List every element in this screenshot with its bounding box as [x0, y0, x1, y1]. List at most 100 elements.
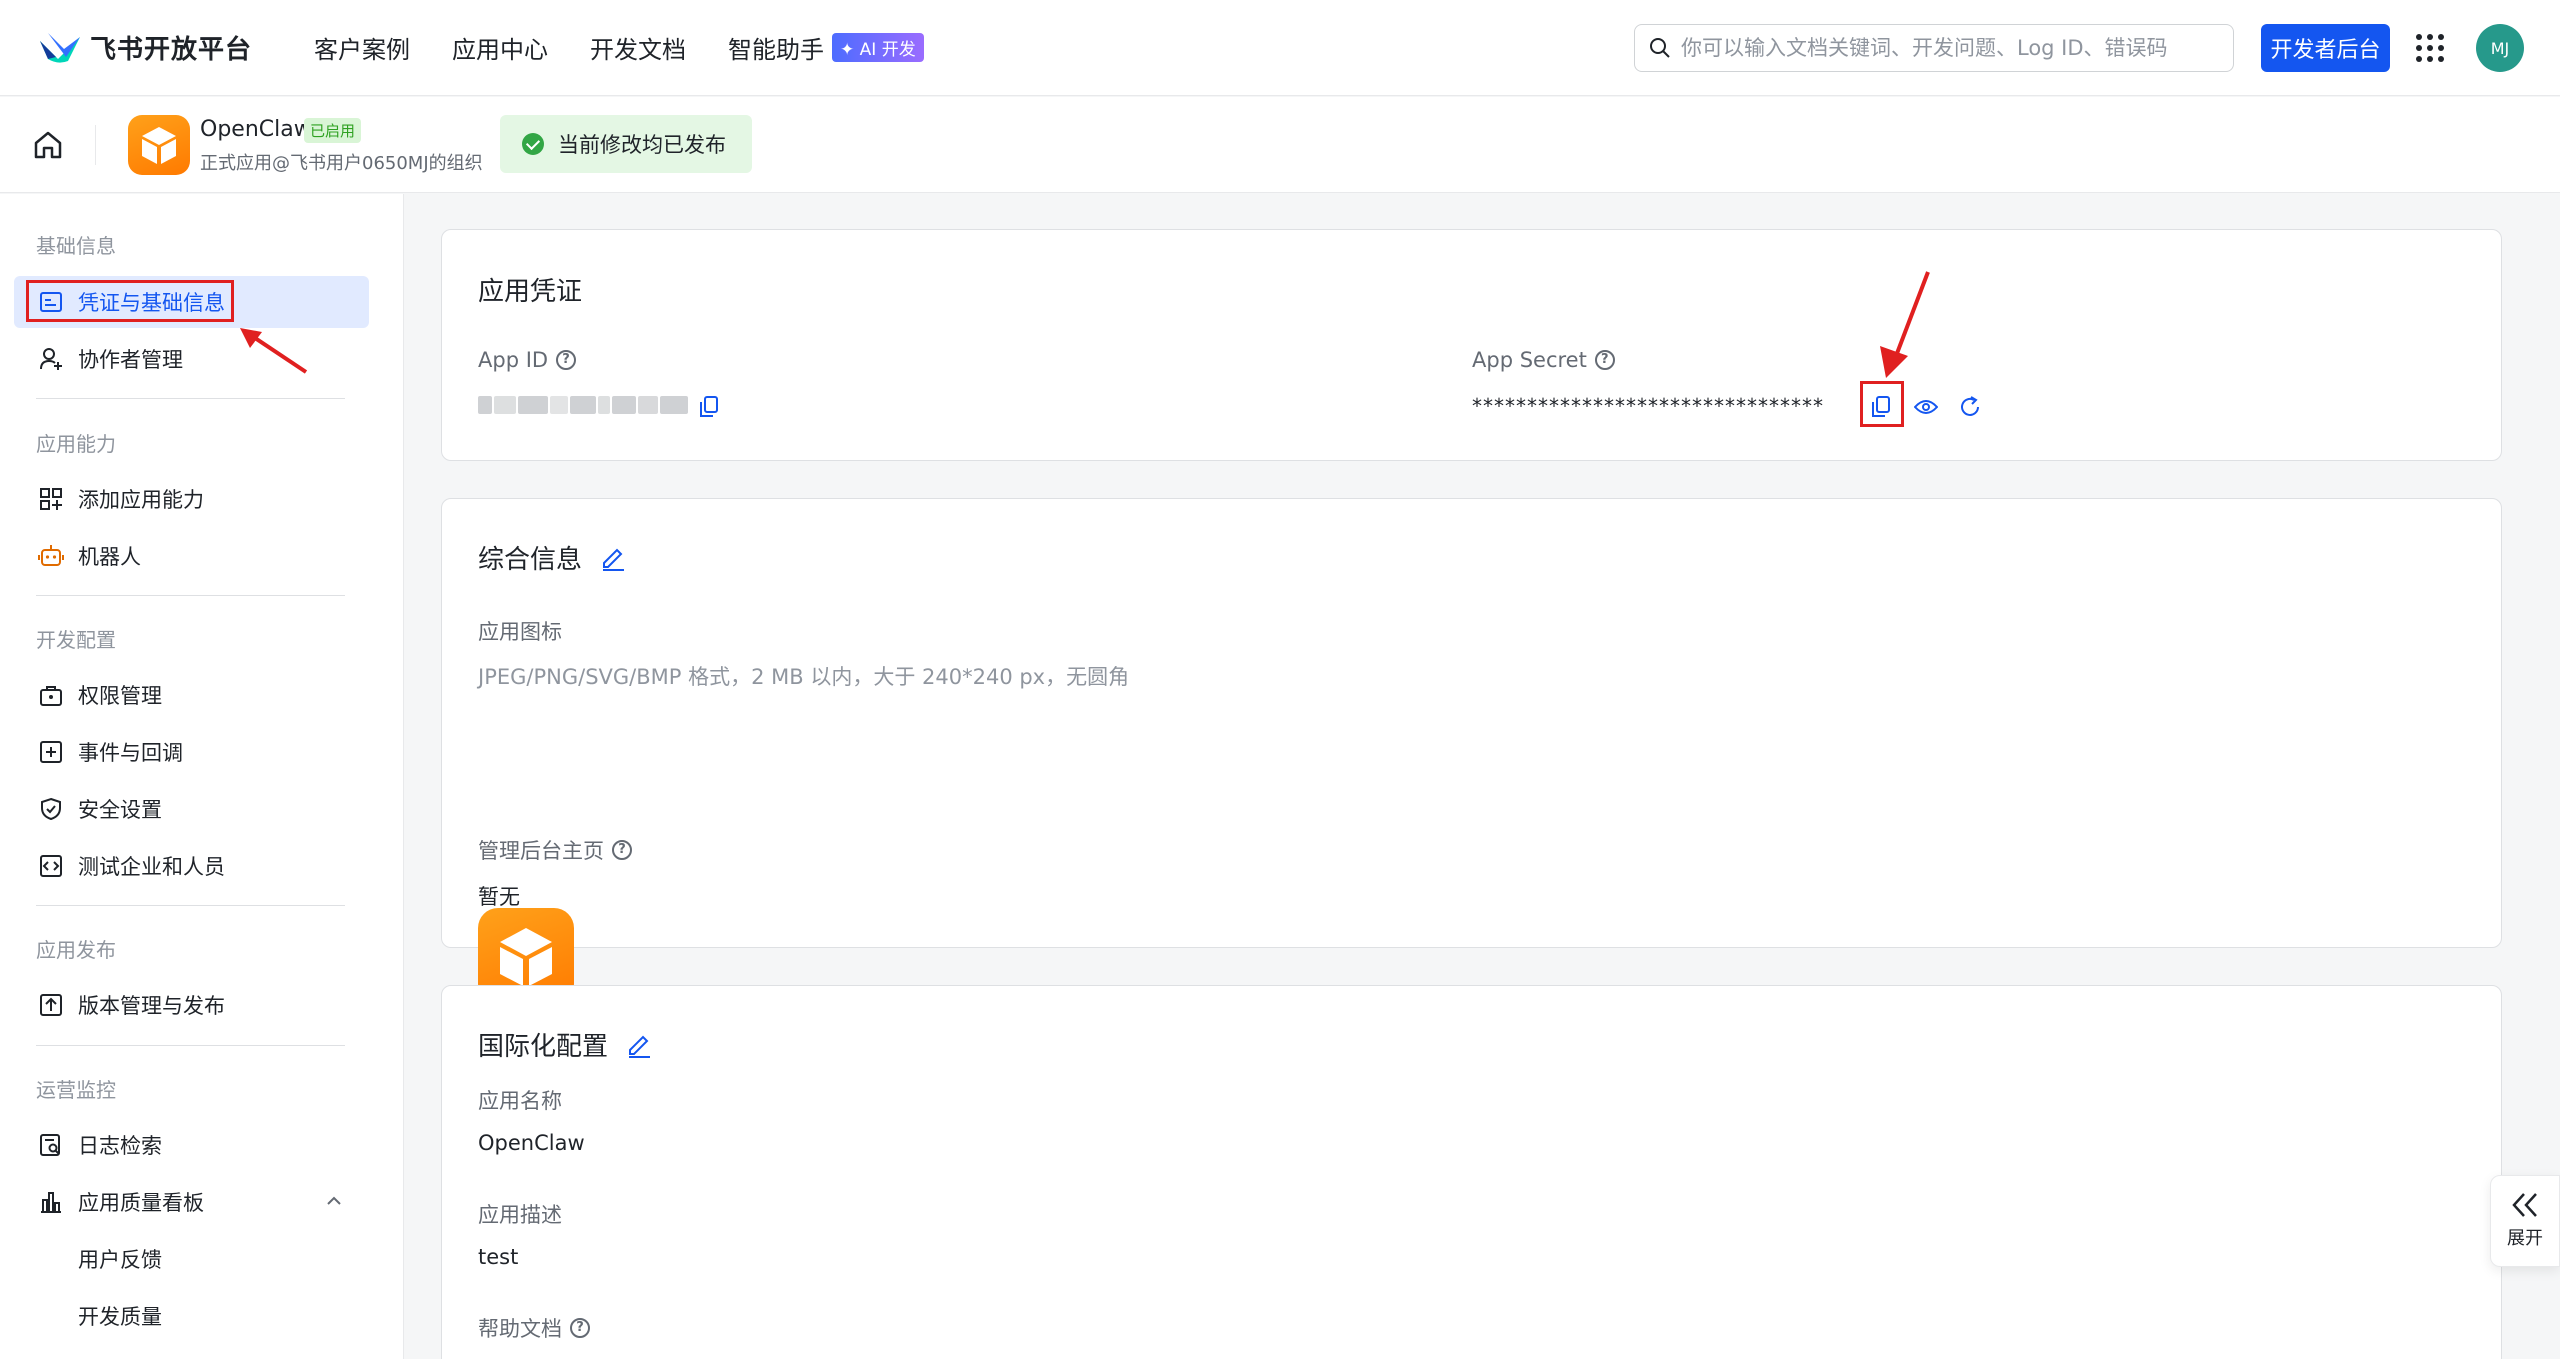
- sidebar: 基础信息 凭证与基础信息 协作者管理 应用能力 添加应用能力 机器人 开发配置 …: [0, 194, 404, 1359]
- sidebar-item-label: 测试企业和人员: [78, 855, 225, 879]
- sidebar-item-credentials[interactable]: 凭证与基础信息: [14, 276, 369, 328]
- sidebar-item-add-capability[interactable]: 添加应用能力: [14, 473, 369, 525]
- event-add-icon: [40, 741, 62, 763]
- sidebar-section-release: 应用发布: [36, 938, 116, 962]
- credential-card-icon: [40, 292, 62, 312]
- sidebar-item-dev-quality[interactable]: 开发质量: [14, 1290, 369, 1342]
- sidebar-item-label: 添加应用能力: [78, 488, 204, 512]
- sidebar-item-label: 协作者管理: [78, 348, 183, 372]
- sidebar-divider: [36, 905, 345, 906]
- upload-box-icon: [40, 994, 62, 1016]
- sidebar-item-label: 凭证与基础信息: [78, 291, 225, 315]
- nav-app-center[interactable]: 应用中心: [452, 30, 548, 65]
- reset-secret-button[interactable]: [1955, 392, 1985, 422]
- general-info-title: 综合信息: [478, 539, 626, 576]
- developer-console-button[interactable]: 开发者后台: [2261, 24, 2390, 72]
- sidebar-section-dev-config: 开发配置: [36, 628, 116, 652]
- sidebar-item-label: 权限管理: [78, 684, 162, 708]
- nav-ai-assistant[interactable]: 智能助手 ✦ AI 开发: [728, 30, 924, 65]
- sidebar-item-events[interactable]: 事件与回调: [14, 726, 369, 778]
- publish-status-banner: 当前修改均已发布: [500, 115, 752, 173]
- app-desc-value: test: [478, 1245, 519, 1269]
- sidebar-section-basic: 基础信息: [36, 234, 116, 258]
- sidebar-item-permissions[interactable]: 权限管理: [14, 669, 369, 721]
- nav-dev-docs[interactable]: 开发文档: [590, 30, 686, 65]
- edit-icon[interactable]: [600, 545, 626, 571]
- chevron-up-icon[interactable]: [326, 1196, 342, 1206]
- sidebar-item-security[interactable]: 安全设置: [14, 783, 369, 835]
- sidebar-item-user-feedback[interactable]: 用户反馈: [14, 1233, 369, 1285]
- double-chevron-left-icon: [2512, 1193, 2537, 1217]
- copy-app-secret-button[interactable]: [1866, 392, 1896, 422]
- edit-icon[interactable]: [626, 1032, 652, 1058]
- app-icon-label: 应用图标: [478, 620, 562, 644]
- brand-logo[interactable]: 飞书开放平台: [38, 29, 252, 66]
- sidebar-divider: [36, 595, 345, 596]
- bar-chart-icon: [41, 1192, 61, 1213]
- admin-home-value: 暂无: [478, 885, 520, 909]
- shield-icon: [41, 797, 61, 821]
- help-icon[interactable]: ?: [612, 840, 632, 860]
- sidebar-item-bot[interactable]: 机器人: [14, 530, 369, 582]
- general-info-card: 综合信息 应用图标 JPEG/PNG/SVG/BMP 格式，2 MB 以内，大于…: [441, 498, 2502, 1004]
- help-doc-label-text: 帮助文档: [478, 1317, 562, 1341]
- top-navigation: 飞书开放平台 客户案例 应用中心 开发文档 智能助手 ✦ AI 开发 开发者后台…: [0, 0, 2560, 96]
- home-icon[interactable]: [30, 127, 66, 163]
- annotation-arrow-icon: [1880, 271, 1930, 378]
- app-header: OpenClaw 已启用 正式应用@飞书用户0650MJ的组织 当前修改均已发布: [0, 97, 2560, 193]
- sidebar-divider: [36, 1045, 345, 1046]
- log-search-icon: [40, 1134, 60, 1156]
- refresh-icon: [1961, 396, 1979, 416]
- show-secret-button[interactable]: [1911, 392, 1941, 422]
- nav-ai-assistant-label: 智能助手: [728, 36, 825, 64]
- sidebar-item-collaborators[interactable]: 协作者管理: [14, 333, 369, 385]
- sidebar-section-capabilities: 应用能力: [36, 432, 116, 456]
- sidebar-item-label: 用户反馈: [78, 1248, 162, 1272]
- app-id-value-blurred: [478, 391, 688, 419]
- sidebar-section-monitoring: 运营监控: [36, 1078, 116, 1102]
- grid-add-icon: [40, 488, 62, 510]
- sidebar-item-label: 应用质量看板: [78, 1191, 204, 1215]
- sidebar-item-label: 日志检索: [78, 1134, 162, 1158]
- lock-bag-icon: [40, 686, 62, 706]
- eye-icon: [1914, 400, 1938, 414]
- sidebar-item-log-search[interactable]: 日志检索: [14, 1119, 369, 1171]
- annotation-arrow-icon: [240, 328, 308, 374]
- app-secret-value: ********************************: [1472, 394, 1824, 418]
- search-box[interactable]: [1634, 24, 2234, 72]
- app-name: OpenClaw: [200, 117, 312, 142]
- nav-customer-cases[interactable]: 客户案例: [314, 30, 410, 65]
- box-icon: [142, 127, 176, 164]
- sidebar-item-versions[interactable]: 版本管理与发布: [14, 979, 369, 1031]
- search-input[interactable]: [1681, 36, 2221, 60]
- help-doc-label: 帮助文档 ?: [478, 1313, 590, 1343]
- copy-app-id-button[interactable]: [694, 392, 724, 422]
- help-icon[interactable]: ?: [1594, 350, 1615, 370]
- sidebar-item-label: 开发质量: [78, 1305, 162, 1329]
- sidebar-item-quality-dashboard[interactable]: 应用质量看板: [14, 1176, 369, 1228]
- app-id-label: App ID ?: [478, 348, 577, 372]
- expand-panel-button[interactable]: 展开: [2490, 1175, 2560, 1267]
- feishu-logo-icon: [40, 32, 80, 63]
- search-icon: [1650, 38, 1670, 58]
- sidebar-item-test-org[interactable]: 测试企业和人员: [14, 840, 369, 892]
- nav-links: 客户案例 应用中心 开发文档 智能助手 ✦ AI 开发: [314, 30, 966, 65]
- app-id-label-text: App ID: [478, 348, 549, 372]
- code-box-icon: [40, 855, 62, 877]
- app-org: 正式应用@飞书用户0650MJ的组织: [200, 153, 483, 174]
- help-icon[interactable]: ?: [570, 1318, 590, 1338]
- app-icon-hint: JPEG/PNG/SVG/BMP 格式，2 MB 以内，大于 240*240 p…: [478, 665, 1130, 689]
- publish-status-text: 当前修改均已发布: [558, 133, 726, 157]
- apps-grid-icon[interactable]: [2416, 34, 2444, 62]
- help-icon[interactable]: ?: [556, 350, 577, 370]
- expand-label: 展开: [2507, 1228, 2543, 1249]
- copy-icon: [1872, 396, 1890, 417]
- app-secret-label-text: App Secret: [1472, 348, 1587, 372]
- robot-icon: [38, 545, 64, 566]
- brand-name: 飞书开放平台: [90, 35, 253, 65]
- user-avatar[interactable]: MJ: [2476, 24, 2524, 72]
- admin-home-label-text: 管理后台主页: [478, 839, 604, 863]
- sidebar-divider: [36, 398, 345, 399]
- status-badge: 已启用: [304, 118, 362, 143]
- general-info-title-text: 综合信息: [478, 545, 583, 575]
